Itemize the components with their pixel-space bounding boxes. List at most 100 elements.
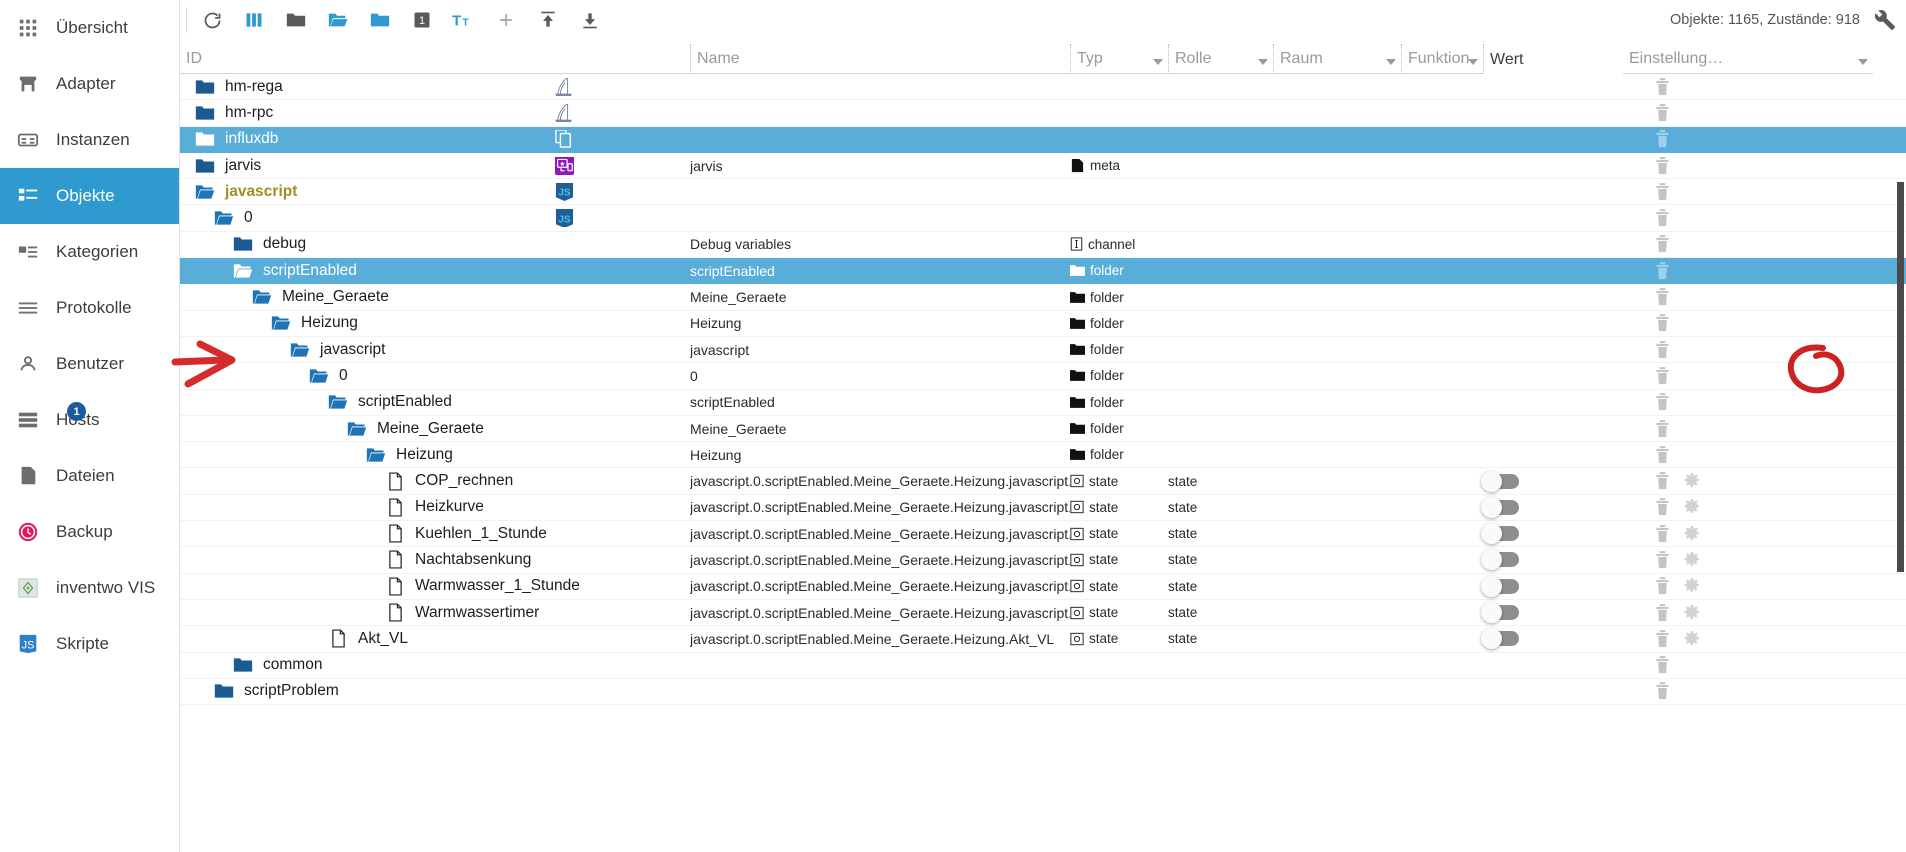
expand-one-icon[interactable]: [359, 2, 401, 38]
object-tree-body[interactable]: hm-rega hm-rpc influxdb jarvis jarvis meta jav…: [180, 74, 1906, 852]
expand-level-icon[interactable]: 1: [401, 2, 443, 38]
table-row[interactable]: Akt_VL javascript.0.scriptEnabled.Meine_G…: [180, 626, 1906, 653]
column-header-typ[interactable]: Typ: [1070, 44, 1168, 74]
delete-icon[interactable]: [1655, 524, 1670, 543]
column-header-einst[interactable]: Einstellung…: [1623, 44, 1873, 74]
column-header-id[interactable]: ID: [180, 44, 690, 74]
delete-icon[interactable]: [1655, 682, 1670, 700]
table-row[interactable]: javascript JS: [180, 179, 1906, 206]
state-toggle[interactable]: [1481, 470, 1519, 492]
table-row[interactable]: Meine_Geraete Meine_Geraete folder: [180, 284, 1906, 311]
table-row[interactable]: 0 JS: [180, 205, 1906, 232]
folder-closed-icon[interactable]: [232, 235, 254, 253]
delete-icon[interactable]: [1655, 130, 1670, 148]
delete-icon[interactable]: [1655, 235, 1670, 253]
vertical-scrollbar[interactable]: [1895, 72, 1906, 772]
sidebar-item-objekte[interactable]: Objekte: [0, 168, 179, 224]
table-row[interactable]: hm-rega: [180, 74, 1906, 101]
table-row[interactable]: Warmwasser_1_Stunde javascript.0.scriptEn…: [180, 574, 1906, 600]
table-row[interactable]: Heizung Heizung folder: [180, 442, 1906, 469]
chevron-down-icon[interactable]: [1258, 59, 1268, 65]
delete-icon[interactable]: [1655, 629, 1670, 648]
folder-open-icon[interactable]: [289, 341, 311, 359]
delete-icon[interactable]: [1655, 209, 1670, 227]
sidebar-item-inventwo-vis[interactable]: inventwo VIS: [0, 560, 179, 616]
folder-open-icon[interactable]: [213, 209, 235, 227]
state-file-icon[interactable]: [384, 472, 406, 491]
import-icon[interactable]: [527, 2, 569, 38]
table-row[interactable]: common: [180, 653, 1906, 679]
folder-open-icon[interactable]: [365, 446, 387, 464]
state-toggle[interactable]: [1481, 575, 1519, 597]
text-size-icon[interactable]: TT: [443, 2, 485, 38]
table-row[interactable]: 0 0 folder: [180, 363, 1906, 390]
table-row[interactable]: jarvis jarvis meta: [180, 153, 1906, 180]
state-file-icon[interactable]: [384, 577, 406, 596]
folder-closed-icon[interactable]: [194, 157, 216, 175]
state-toggle[interactable]: [1481, 496, 1519, 518]
gear-icon[interactable]: [1684, 473, 1700, 489]
folder-closed-icon[interactable]: [194, 104, 216, 122]
delete-icon[interactable]: [1655, 261, 1670, 280]
folder-open-icon[interactable]: [194, 183, 216, 201]
sidebar-item-uebersicht[interactable]: Übersicht: [0, 0, 179, 56]
gear-icon[interactable]: [1684, 630, 1700, 647]
sidebar-item-adapter[interactable]: Adapter: [0, 56, 179, 112]
state-file-icon[interactable]: [384, 524, 406, 543]
sidebar-item-benutzer[interactable]: Benutzer: [0, 336, 179, 392]
vertical-scrollbar-thumb[interactable]: [1897, 182, 1904, 572]
sidebar-item-dateien[interactable]: Dateien: [0, 448, 179, 504]
table-row[interactable]: javascript javascript folder: [180, 337, 1906, 364]
export-icon[interactable]: [569, 2, 611, 38]
gear-icon[interactable]: [1684, 499, 1700, 515]
gear-icon[interactable]: [1684, 578, 1700, 594]
table-row[interactable]: scriptEnabled scriptEnabled folder: [180, 390, 1906, 416]
gear-icon[interactable]: [1684, 604, 1700, 621]
column-header-raum[interactable]: Raum: [1273, 44, 1401, 74]
column-header-wert[interactable]: Wert: [1483, 44, 1623, 74]
folder-closed-icon[interactable]: [194, 130, 216, 148]
delete-icon[interactable]: [1655, 104, 1670, 122]
state-toggle[interactable]: [1481, 523, 1519, 545]
columns-icon[interactable]: [233, 2, 275, 38]
delete-icon[interactable]: [1655, 340, 1670, 359]
state-file-icon[interactable]: [327, 629, 349, 648]
sidebar-item-protokolle[interactable]: Protokolle: [0, 280, 179, 336]
delete-icon[interactable]: [1655, 288, 1670, 306]
state-file-icon[interactable]: [384, 550, 406, 570]
folder-closed-icon[interactable]: [194, 78, 216, 96]
delete-icon[interactable]: [1655, 551, 1670, 569]
delete-icon[interactable]: [1655, 182, 1670, 201]
table-row[interactable]: hm-rpc: [180, 100, 1906, 127]
state-toggle[interactable]: [1481, 628, 1519, 650]
sidebar-item-skripte[interactable]: JS Skripte: [0, 616, 179, 672]
refresh-icon[interactable]: [191, 2, 233, 38]
delete-icon[interactable]: [1655, 156, 1670, 175]
folder-open-icon[interactable]: [270, 314, 292, 332]
table-row[interactable]: COP_rechnen javascript.0.scriptEnabled.Me…: [180, 468, 1906, 495]
table-row[interactable]: Heizkurve javascript.0.scriptEnabled.Mein…: [180, 495, 1906, 522]
state-toggle[interactable]: [1481, 602, 1519, 624]
table-row[interactable]: Nachtabsenkung javascript.0.scriptEnabled…: [180, 547, 1906, 574]
gear-icon[interactable]: [1684, 551, 1700, 568]
folder-open-icon[interactable]: [232, 262, 254, 280]
table-row[interactable]: Kuehlen_1_Stunde javascript.0.scriptEnabl…: [180, 521, 1906, 548]
collapse-all-icon[interactable]: [275, 2, 317, 38]
column-header-rolle[interactable]: Rolle: [1168, 44, 1273, 74]
table-row[interactable]: Meine_Geraete Meine_Geraete folder: [180, 416, 1906, 443]
delete-icon[interactable]: [1655, 445, 1670, 464]
folder-open-icon[interactable]: [346, 420, 368, 438]
state-toggle[interactable]: [1481, 549, 1519, 571]
chevron-down-icon[interactable]: [1858, 59, 1868, 65]
delete-icon[interactable]: [1655, 419, 1670, 438]
delete-icon[interactable]: [1655, 472, 1670, 490]
state-file-icon[interactable]: [384, 603, 406, 622]
chevron-down-icon[interactable]: [1153, 59, 1163, 65]
chevron-down-icon[interactable]: [1468, 59, 1478, 65]
delete-icon[interactable]: [1655, 656, 1670, 674]
delete-icon[interactable]: [1655, 77, 1670, 96]
folder-open-icon[interactable]: [251, 288, 273, 306]
table-row[interactable]: scriptProblem: [180, 679, 1906, 706]
sidebar-item-instanzen[interactable]: Instanzen: [0, 112, 179, 168]
delete-icon[interactable]: [1655, 393, 1670, 411]
